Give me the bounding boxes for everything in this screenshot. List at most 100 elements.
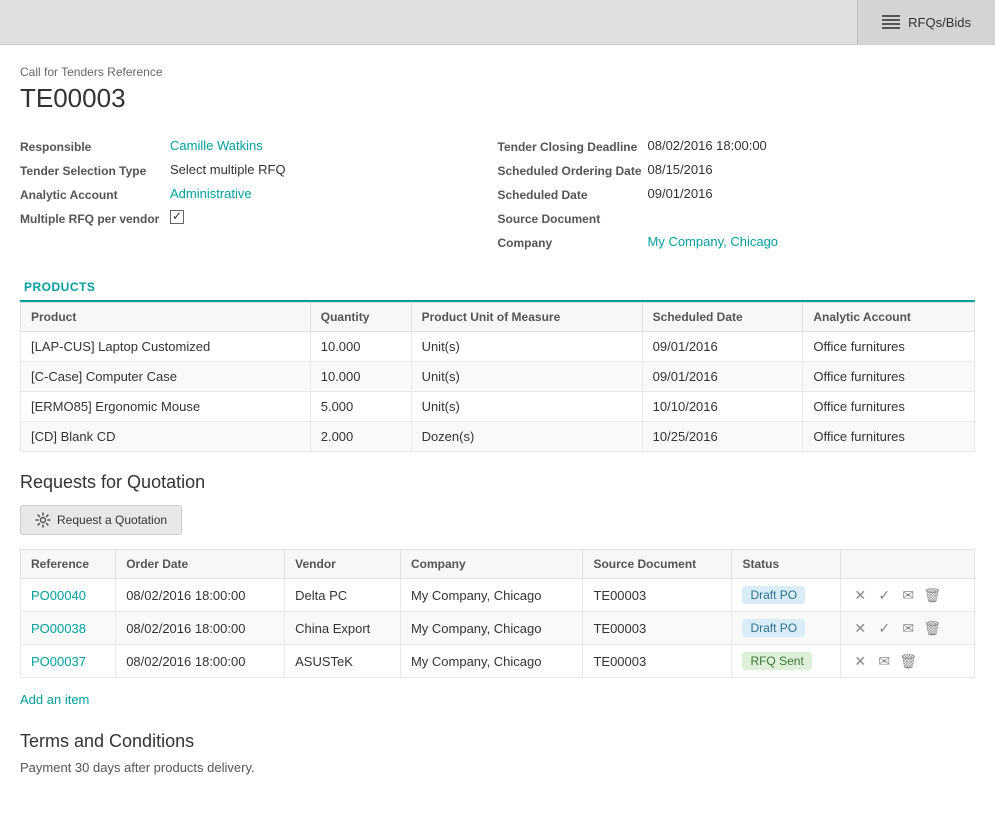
company-row: Company My Company, Chicago bbox=[498, 234, 976, 250]
scheduled-date-row: Scheduled Date 09/01/2016 bbox=[498, 186, 976, 202]
product-date: 10/25/2016 bbox=[642, 422, 803, 452]
rfq-reference: PO00038 bbox=[21, 612, 116, 645]
gear-icon bbox=[35, 512, 51, 528]
col-company: Company bbox=[400, 550, 583, 579]
rfq-source: TE00003 bbox=[583, 645, 732, 678]
company-value[interactable]: My Company, Chicago bbox=[648, 234, 779, 249]
analytic-account-value[interactable]: Administrative bbox=[170, 186, 252, 201]
product-date: 09/01/2016 bbox=[642, 332, 803, 362]
request-quotation-label: Request a Quotation bbox=[57, 513, 167, 527]
tender-selection-label: Tender Selection Type bbox=[20, 162, 170, 178]
trash-icon[interactable]: 🗑 bbox=[923, 586, 941, 604]
product-analytic: Office furnitures bbox=[803, 362, 975, 392]
confirm-icon[interactable]: ✓ bbox=[875, 586, 893, 604]
rfq-vendor: China Export bbox=[285, 612, 401, 645]
col-analytic: Analytic Account bbox=[803, 303, 975, 332]
rfq-source: TE00003 bbox=[583, 579, 732, 612]
trash-icon[interactable]: 🗑 bbox=[899, 652, 917, 670]
rfq-table: Reference Order Date Vendor Company Sour… bbox=[20, 549, 975, 678]
rfq-company: My Company, Chicago bbox=[400, 645, 583, 678]
rfq-row[interactable]: PO00040 08/02/2016 18:00:00 Delta PC My … bbox=[21, 579, 975, 612]
form-section: Responsible Camille Watkins Tender Selec… bbox=[20, 138, 975, 250]
rfq-status: Draft PO bbox=[732, 612, 841, 645]
product-name: [LAP-CUS] Laptop Customized bbox=[21, 332, 311, 362]
product-qty: 10.000 bbox=[310, 362, 411, 392]
add-item-link[interactable]: Add an item bbox=[20, 692, 89, 707]
col-product: Product bbox=[21, 303, 311, 332]
products-header-row: Product Quantity Product Unit of Measure… bbox=[21, 303, 975, 332]
col-vendor: Vendor bbox=[285, 550, 401, 579]
form-left: Responsible Camille Watkins Tender Selec… bbox=[20, 138, 498, 250]
rfq-bids-label: RFQs/Bids bbox=[908, 15, 971, 30]
rfq-source: TE00003 bbox=[583, 612, 732, 645]
col-reference: Reference bbox=[21, 550, 116, 579]
product-date: 10/10/2016 bbox=[642, 392, 803, 422]
analytic-account-label: Analytic Account bbox=[20, 186, 170, 202]
delete-icon[interactable]: ✕ bbox=[851, 619, 869, 637]
product-uom: Unit(s) bbox=[411, 392, 642, 422]
source-document-row: Source Document bbox=[498, 210, 976, 226]
product-uom: Dozen(s) bbox=[411, 422, 642, 452]
col-scheduled-date: Scheduled Date bbox=[642, 303, 803, 332]
responsible-label: Responsible bbox=[20, 138, 170, 154]
closing-deadline-value: 08/02/2016 18:00:00 bbox=[648, 138, 767, 153]
email-icon[interactable]: ✉ bbox=[899, 586, 917, 604]
table-row[interactable]: [LAP-CUS] Laptop Customized 10.000 Unit(… bbox=[21, 332, 975, 362]
product-qty: 2.000 bbox=[310, 422, 411, 452]
scheduled-date-value: 09/01/2016 bbox=[648, 186, 713, 201]
product-analytic: Office furnitures bbox=[803, 332, 975, 362]
col-uom: Product Unit of Measure bbox=[411, 303, 642, 332]
product-name: [ERMO85] Ergonomic Mouse bbox=[21, 392, 311, 422]
product-analytic: Office furnitures bbox=[803, 422, 975, 452]
col-status: Status bbox=[732, 550, 841, 579]
closing-deadline-row: Tender Closing Deadline 08/02/2016 18:00… bbox=[498, 138, 976, 154]
email-icon[interactable]: ✉ bbox=[899, 619, 917, 637]
trash-icon[interactable]: 🗑 bbox=[923, 619, 941, 637]
products-tab[interactable]: PRODUCTS bbox=[20, 274, 975, 302]
delete-icon[interactable]: ✕ bbox=[851, 586, 869, 604]
table-row[interactable]: [CD] Blank CD 2.000 Dozen(s) 10/25/2016 … bbox=[21, 422, 975, 452]
product-qty: 10.000 bbox=[310, 332, 411, 362]
rfq-bids-button[interactable]: RFQs/Bids bbox=[857, 0, 995, 44]
confirm-icon[interactable]: ✓ bbox=[875, 619, 893, 637]
source-document-label: Source Document bbox=[498, 210, 648, 226]
scheduled-ordering-row: Scheduled Ordering Date 08/15/2016 bbox=[498, 162, 976, 178]
table-row[interactable]: [C-Case] Computer Case 10.000 Unit(s) 09… bbox=[21, 362, 975, 392]
top-bar: RFQs/Bids bbox=[0, 0, 995, 45]
main-content: Call for Tenders Reference TE00003 Respo… bbox=[0, 45, 995, 815]
company-label: Company bbox=[498, 234, 648, 250]
products-tab-label: PRODUCTS bbox=[20, 274, 105, 302]
email-icon[interactable]: ✉ bbox=[875, 652, 893, 670]
scheduled-date-label: Scheduled Date bbox=[498, 186, 648, 202]
col-quantity: Quantity bbox=[310, 303, 411, 332]
delete-icon[interactable]: ✕ bbox=[851, 652, 869, 670]
rfq-vendor: Delta PC bbox=[285, 579, 401, 612]
rfq-row[interactable]: PO00037 08/02/2016 18:00:00 ASUSTeK My C… bbox=[21, 645, 975, 678]
tender-selection-row: Tender Selection Type Select multiple RF… bbox=[20, 162, 498, 178]
rfq-order-date: 08/02/2016 18:00:00 bbox=[116, 579, 285, 612]
col-source-doc: Source Document bbox=[583, 550, 732, 579]
multiple-rfq-label: Multiple RFQ per vendor bbox=[20, 210, 170, 226]
rfq-order-date: 08/02/2016 18:00:00 bbox=[116, 645, 285, 678]
responsible-value[interactable]: Camille Watkins bbox=[170, 138, 263, 153]
terms-text: Payment 30 days after products delivery. bbox=[20, 760, 975, 775]
page-title: TE00003 bbox=[20, 83, 975, 114]
rfq-actions: ✕ ✉ 🗑 bbox=[841, 645, 975, 678]
tender-selection-value: Select multiple RFQ bbox=[170, 162, 286, 177]
list-icon bbox=[882, 15, 900, 29]
table-row[interactable]: [ERMO85] Ergonomic Mouse 5.000 Unit(s) 1… bbox=[21, 392, 975, 422]
rfq-row[interactable]: PO00038 08/02/2016 18:00:00 China Export… bbox=[21, 612, 975, 645]
col-order-date: Order Date bbox=[116, 550, 285, 579]
product-name: [CD] Blank CD bbox=[21, 422, 311, 452]
responsible-row: Responsible Camille Watkins bbox=[20, 138, 498, 154]
form-right: Tender Closing Deadline 08/02/2016 18:00… bbox=[498, 138, 976, 250]
product-name: [C-Case] Computer Case bbox=[21, 362, 311, 392]
closing-deadline-label: Tender Closing Deadline bbox=[498, 138, 648, 154]
request-quotation-button[interactable]: Request a Quotation bbox=[20, 505, 182, 535]
rfq-vendor: ASUSTeK bbox=[285, 645, 401, 678]
rfq-order-date: 08/02/2016 18:00:00 bbox=[116, 612, 285, 645]
product-date: 09/01/2016 bbox=[642, 362, 803, 392]
product-uom: Unit(s) bbox=[411, 362, 642, 392]
multiple-rfq-checkbox[interactable] bbox=[170, 210, 184, 224]
analytic-account-row: Analytic Account Administrative bbox=[20, 186, 498, 202]
